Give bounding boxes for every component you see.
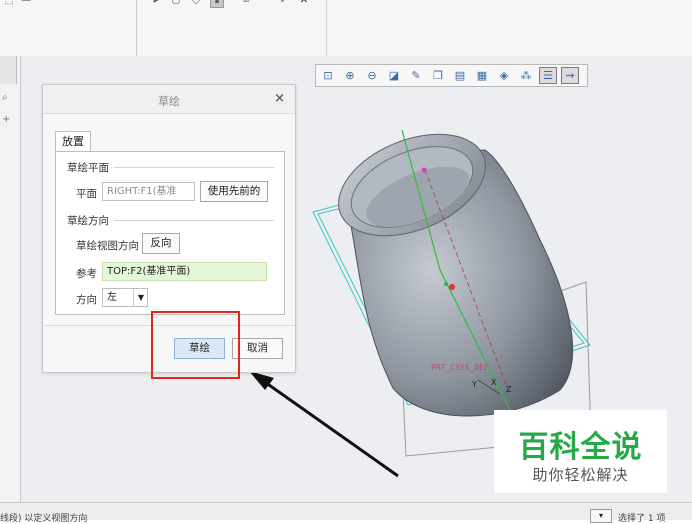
- view-direction-label: 草绘视图方向: [76, 240, 139, 252]
- section-divider: [114, 220, 274, 221]
- refit-icon[interactable]: ◪: [385, 67, 403, 84]
- annotation-arrow-line: [261, 378, 399, 478]
- selection-count: 选择了 1 项: [618, 514, 666, 524]
- flip-button[interactable]: 反向: [142, 233, 180, 254]
- sketch-orientation-section: 草绘方向: [67, 215, 109, 227]
- display-style-icon[interactable]: ▦: [473, 67, 491, 84]
- csys-marker: [444, 282, 448, 286]
- watermark: 百科全说 助你轻松解决: [494, 410, 667, 493]
- annotation-display-icon[interactable]: ☰: [539, 67, 557, 84]
- dialog-title: 草绘: [158, 95, 180, 108]
- saved-orientation-icon[interactable]: ▤: [451, 67, 469, 84]
- highlight-box: [151, 311, 240, 379]
- status-message: 线段) 以定义视图方向: [0, 514, 88, 524]
- view-manager-icon[interactable]: ◈: [495, 67, 513, 84]
- view-toolbar: ⊡ ⊕ ⊖ ◪ ✎ ❐ ▤ ▦ ◈ ⁂ ☰ ⇝: [315, 64, 588, 87]
- zoom-window-icon[interactable]: ⊡: [319, 67, 337, 84]
- section-divider: [114, 167, 274, 168]
- orientation-label: 方向: [76, 294, 97, 306]
- tab-placement[interactable]: 放置: [55, 131, 91, 152]
- placement-panel: 草绘平面 平面 RIGHT:F1(基准 使用先前的 草绘方向 草绘视图方向 反向…: [55, 151, 285, 315]
- plane-label: 平面: [76, 188, 97, 200]
- csys-origin-marker: [449, 284, 455, 290]
- csys-label: PRT_CSYS_DEF: [431, 363, 489, 372]
- y-axis-label: Y: [471, 380, 477, 389]
- use-previous-button[interactable]: 使用先前的: [200, 181, 268, 202]
- dialog-titlebar[interactable]: 草绘 ×: [43, 85, 295, 114]
- reference-field[interactable]: TOP:F2(基准平面): [102, 262, 267, 281]
- zoom-in-icon[interactable]: ⊕: [341, 67, 359, 84]
- spin-center-icon[interactable]: ⇝: [561, 67, 579, 84]
- watermark-title: 百科全说: [518, 430, 643, 465]
- reference-label: 参考: [76, 268, 97, 280]
- z-axis-label: Z: [506, 385, 512, 394]
- sketch-plane-section: 草绘平面: [67, 162, 109, 174]
- plane-field[interactable]: RIGHT:F1(基准: [102, 182, 195, 201]
- named-views-icon[interactable]: ❐: [429, 67, 447, 84]
- datum-display-icon[interactable]: ⁂: [517, 67, 535, 84]
- zoom-out-icon[interactable]: ⊖: [363, 67, 381, 84]
- status-bar: 线段) 以定义视图方向 ▾ 选择了 1 项: [0, 502, 692, 524]
- orientation-value: 左: [107, 292, 117, 303]
- watermark-subtitle: 助你轻松解决: [532, 466, 629, 484]
- filter-icon[interactable]: ▾: [590, 509, 612, 523]
- orientation-select[interactable]: 左 ▼: [102, 288, 148, 307]
- x-axis-label: X: [491, 378, 497, 387]
- chevron-down-icon[interactable]: ▼: [133, 289, 147, 306]
- axis-marker: [421, 167, 427, 173]
- repaint-icon[interactable]: ✎: [407, 67, 425, 84]
- close-icon[interactable]: ×: [274, 91, 285, 106]
